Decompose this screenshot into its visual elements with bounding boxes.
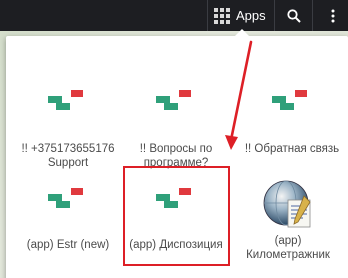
page: Apps !! +375173655176 Support !! Вопросы… (0, 0, 348, 278)
annotation-arrow (225, 40, 253, 150)
